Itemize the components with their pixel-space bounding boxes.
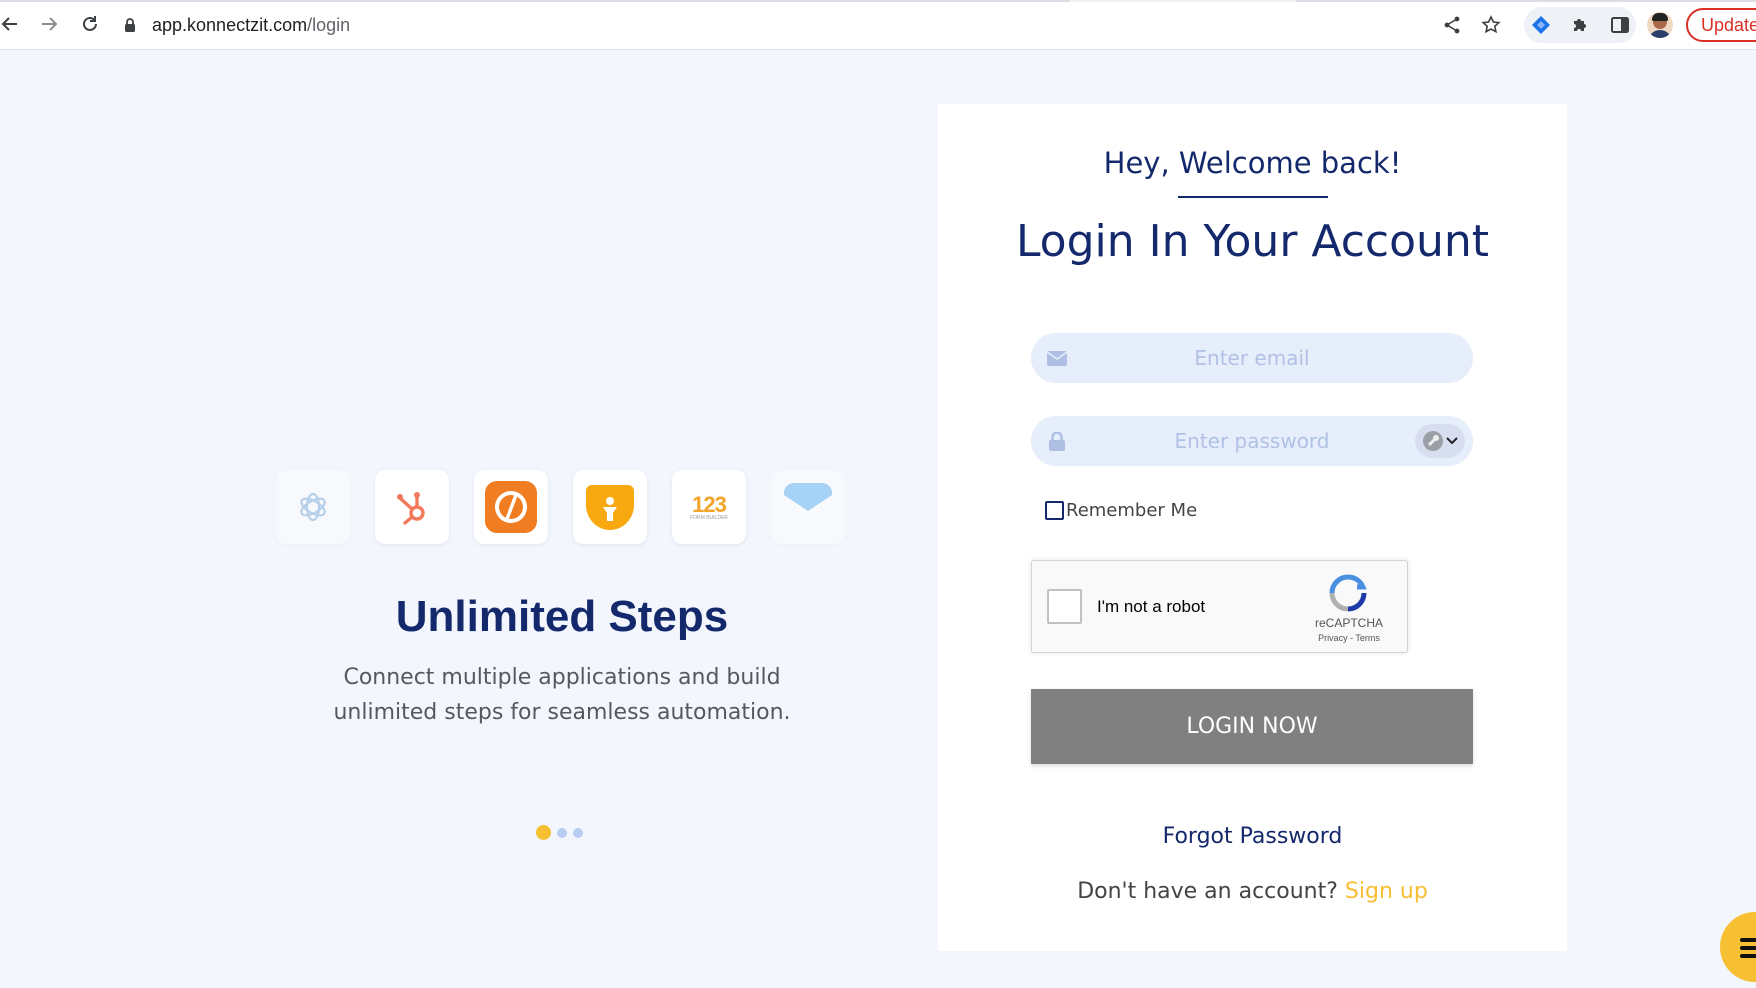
browser-toolbar: app.konnectzit.com/login Update (0, 0, 1756, 50)
recaptcha-label: I'm not a robot (1097, 597, 1206, 616)
password-field (1031, 416, 1473, 466)
hubspot-icon (375, 470, 449, 544)
forgot-password-row: Forgot Password (938, 824, 1567, 849)
address-bar[interactable]: app.konnectzit.com/login (118, 7, 1418, 43)
recaptcha-checkbox[interactable] (1047, 589, 1082, 624)
pipedrive-like-icon (474, 470, 548, 544)
remember-me-label: Remember Me (1066, 500, 1198, 521)
formbuilder-digits: 123 (692, 491, 727, 517)
remember-me-checkbox[interactable] (1045, 501, 1064, 520)
extension-diamond-icon[interactable] (1526, 10, 1556, 40)
carousel-dot-1[interactable] (536, 825, 551, 840)
password-manager-toggle[interactable] (1415, 424, 1465, 458)
password-input[interactable] (1031, 416, 1473, 466)
star-icon[interactable] (1476, 10, 1506, 40)
formbuilder-caption: FORM BUILDER (690, 514, 728, 521)
profile-avatar[interactable] (1647, 12, 1673, 38)
promo-description-line1: Connect multiple applications and build (343, 665, 781, 690)
signup-link[interactable]: Sign up (1345, 879, 1428, 904)
forward-icon[interactable] (35, 10, 63, 38)
reload-icon[interactable] (76, 10, 104, 38)
side-panel-icon[interactable] (1605, 10, 1635, 40)
forgot-password-link[interactable]: Forgot Password (1163, 824, 1343, 849)
recaptcha-widget: I'm not a robot reCAPTCHA Privacy - Term… (1031, 560, 1408, 653)
recaptcha-privacy-link[interactable]: Privacy (1318, 633, 1348, 643)
promo-description-line2: unlimited steps for seamless automation. (333, 700, 791, 725)
menu-lines-icon (1740, 938, 1756, 962)
url-domain: app.konnectzit.com (152, 14, 308, 35)
chevron-down-icon (1446, 437, 1458, 445)
no-account-text: Don't have an account? (1077, 879, 1345, 904)
key-circle-icon (1423, 431, 1443, 451)
recaptcha-brand: reCAPTCHA (1314, 616, 1383, 630)
carousel-dot-2[interactable] (557, 827, 567, 838)
puzzle-icon[interactable] (1565, 10, 1595, 40)
carousel-dots (536, 825, 583, 840)
url-path: /login (307, 14, 351, 35)
welcome-text: Hey, Welcome back! (1103, 146, 1402, 180)
remember-me[interactable]: Remember Me (1045, 500, 1197, 521)
email-field (1031, 333, 1473, 383)
recaptcha-links: Privacy - Terms (1302, 633, 1396, 643)
openai-icon (276, 470, 350, 544)
signup-row: Don't have an account? Sign up (938, 879, 1567, 904)
envelope-icon (1045, 333, 1069, 383)
welcome-underline (1178, 196, 1328, 198)
tab-strip-edge (0, 0, 1756, 2)
login-button[interactable]: LOGIN NOW (1031, 689, 1473, 764)
recaptcha-terms-link[interactable]: Terms (1355, 633, 1380, 643)
update-button[interactable]: Update (1686, 8, 1756, 42)
login-heading: Login In Your Account (1015, 216, 1490, 267)
promo-title: Unlimited Steps (395, 592, 729, 641)
123formbuilder-icon: 123 FORM BUILDER (672, 470, 746, 544)
promo-description: Connect multiple applications and build … (280, 660, 844, 730)
chat-widget-button[interactable] (1720, 912, 1756, 982)
funnel-icon (573, 470, 647, 544)
lock-icon[interactable] (118, 17, 142, 33)
carousel-dot-3[interactable] (573, 827, 583, 838)
mail-icon (771, 470, 845, 544)
login-card: Hey, Welcome back! Login In Your Account… (938, 104, 1567, 951)
email-input[interactable] (1031, 333, 1473, 383)
padlock-icon (1045, 416, 1069, 466)
share-icon[interactable] (1437, 10, 1467, 40)
recaptcha-logo-icon (1329, 574, 1367, 612)
back-icon[interactable] (0, 10, 24, 38)
